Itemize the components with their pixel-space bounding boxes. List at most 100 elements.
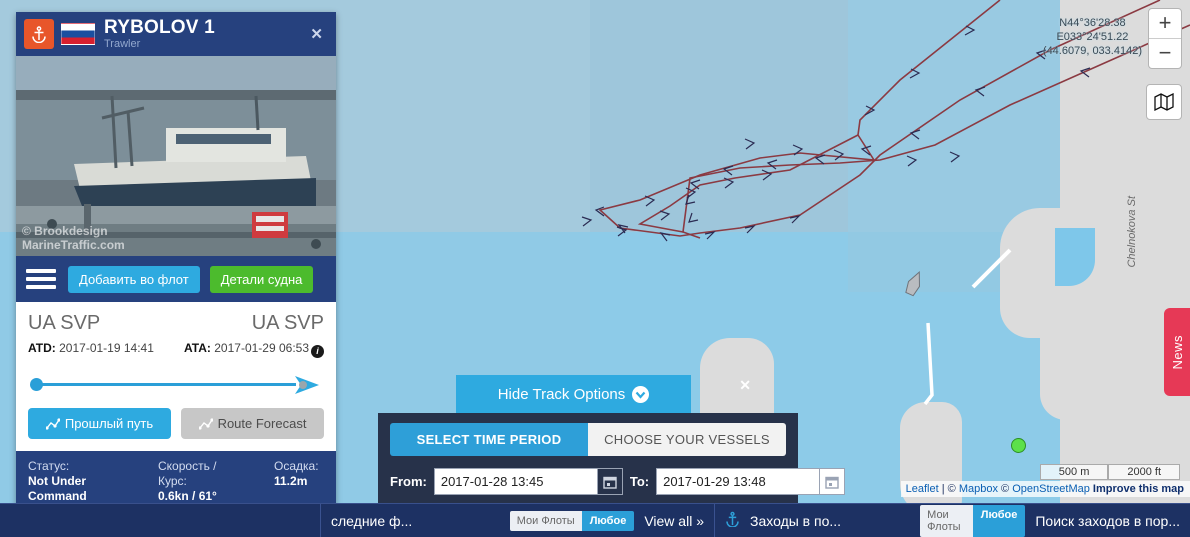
speed-label-line-2: Курс: (158, 474, 187, 488)
anchor-glyph-icon (726, 511, 739, 528)
fleet-filter-toggle[interactable]: Мои Флоты Любое (509, 510, 635, 531)
vessel-stats: Статус: Not Under Command Скорость / Кур… (16, 451, 336, 510)
news-tab[interactable]: News (1164, 308, 1190, 396)
layers-icon (1154, 93, 1174, 111)
stat-speed-course: Скорость / Курс: 0.6kn / 61° (158, 459, 262, 504)
status-value-line-1: Not Under (28, 474, 86, 488)
forecast-path-icon (198, 417, 213, 430)
departure-port: UA SVP (28, 312, 101, 334)
attrib-mapbox[interactable]: Mapbox (959, 483, 998, 495)
menu-bar-3 (26, 285, 56, 289)
vessel-action-bar: Добавить во флот Детали судна (16, 256, 336, 302)
info-icon[interactable]: i (311, 345, 324, 358)
port-marker-icon[interactable] (1011, 438, 1026, 453)
progress-start-dot-icon (30, 378, 43, 391)
progress-track (38, 383, 296, 386)
vessel-panel-header: RYBOLOV 1 Trawler ✕ (16, 12, 336, 56)
ata-value: 2017-01-29 06:53 (214, 341, 309, 355)
close-panel-button[interactable]: ✕ (301, 21, 332, 47)
from-date-input[interactable] (433, 468, 597, 495)
zoom-in-button[interactable]: + (1149, 9, 1181, 39)
map-attribution: Leaflet | © Mapbox © OpenStreetMap Impro… (900, 481, 1190, 497)
stat-draught: Осадка: 11.2m (274, 459, 319, 504)
scale-imperial: 2000 ft (1108, 464, 1180, 480)
map-scale-bar: 500 m 2000 ft (1039, 464, 1180, 480)
bottom-fleet-section: следние ф... Мои Флоты Любое View all » (321, 504, 714, 537)
route-buttons: Прошлый путь Route Forecast (28, 408, 324, 439)
arrival-port: UA SVP (251, 312, 324, 334)
calendar-icon (825, 476, 839, 489)
attrib-copy: © (947, 483, 956, 495)
attrib-improve[interactable]: Improve this map (1093, 483, 1184, 495)
map-coordinates: N44°36'28.38 E033°24'51.22 (44.6079, 033… (1043, 16, 1142, 58)
route-forecast-button[interactable]: Route Forecast (181, 408, 324, 439)
track-options-tabs: SELECT TIME PERIOD CHOOSE YOUR VESSELS (390, 423, 786, 456)
from-calendar-button[interactable] (596, 468, 623, 495)
attrib-osm[interactable]: OpenStreetMap (1012, 483, 1090, 495)
fleet-view-all-link[interactable]: View all » (644, 513, 704, 529)
status-label: Статус: (28, 459, 70, 473)
news-tab-label: News (1169, 334, 1185, 370)
marinetraffic-logo-icon (24, 19, 54, 49)
speed-label-line-1: Скорость / (158, 459, 217, 473)
attrib-copy: © (1001, 483, 1010, 495)
close-track-options-button[interactable]: ✕ (739, 377, 751, 394)
draught-value: 11.2m (274, 474, 308, 488)
vessel-info-panel: RYBOLOV 1 Trawler ✕ © Brookdesign Marine… (16, 12, 336, 535)
track-options-body: SELECT TIME PERIOD CHOOSE YOUR VESSELS F… (378, 413, 846, 509)
scale-metric: 500 m (1039, 464, 1109, 480)
menu-bar-1 (26, 269, 56, 273)
port-calls-filter-my-fleets[interactable]: Мои Флоты (920, 504, 973, 537)
coordinate-lon: E033°24'51.22 (1056, 31, 1129, 43)
layers-button[interactable] (1146, 84, 1182, 120)
track-path-icon (45, 417, 60, 430)
add-to-fleet-button[interactable]: Добавить во флот (68, 265, 200, 293)
atd-value: 2017-01-19 14:41 (59, 341, 154, 355)
tab-select-time-period[interactable]: SELECT TIME PERIOD (390, 423, 588, 456)
anchor-icon (725, 511, 740, 531)
ata-group: ATA: 2017-01-29 06:53 i (184, 341, 324, 358)
port-calls-title: Заходы в по... (750, 512, 842, 529)
zoom-out-button[interactable]: − (1149, 39, 1181, 68)
flag-icon (61, 23, 95, 45)
voyage-times: ATD: 2017-01-19 14:41 ATA: 2017-01-29 06… (28, 341, 324, 358)
vessel-details-button[interactable]: Детали судна (209, 265, 314, 293)
coordinate-decimal: (44.6079, 033.4142) (1042, 45, 1142, 57)
past-track-button[interactable]: Прошлый путь (28, 408, 171, 439)
route-forecast-label: Route Forecast (217, 416, 307, 431)
port-calls-filter-any[interactable]: Любое (972, 504, 1026, 537)
port-calls-search-link[interactable]: Поиск заходов в пор... (1035, 513, 1180, 529)
port-calls-filter-toggle[interactable]: Мои Флоты Любое (920, 504, 1026, 537)
to-label: To: (629, 474, 650, 489)
speed-value: 0.6kn / 61° (158, 489, 217, 503)
from-field[interactable] (433, 468, 623, 495)
vessel-name: RYBOLOV 1 (104, 16, 215, 38)
past-track-label: Прошлый путь (64, 416, 154, 431)
chevron-down-icon (632, 385, 650, 403)
vessel-type: Trawler (104, 37, 141, 50)
attrib-leaflet[interactable]: Leaflet (906, 483, 939, 495)
fleet-section-title: следние ф... (331, 512, 413, 529)
vessel-marker-icon[interactable] (903, 270, 925, 298)
menu-bar-2 (26, 277, 56, 281)
bottom-port-calls-section: Заходы в по... Мои Флоты Любое Поиск зах… (715, 504, 1190, 537)
attrib-sep: | (941, 483, 945, 495)
tab-choose-your-vessels[interactable]: CHOOSE YOUR VESSELS (588, 423, 786, 456)
atd-group: ATD: 2017-01-19 14:41 (28, 341, 154, 358)
calendar-icon (603, 476, 617, 489)
vessel-photo: © Brookdesign MarineTraffic.com (16, 56, 336, 256)
to-date-input[interactable] (656, 468, 820, 495)
stat-status: Статус: Not Under Command (28, 459, 146, 504)
coordinate-lat: N44°36'28.38 (1059, 17, 1126, 29)
street-label: Chelnokova St (1126, 196, 1138, 268)
ata-label: ATA: (184, 341, 211, 355)
fleet-filter-my-fleets[interactable]: Мои Флоты (509, 510, 582, 531)
anchor-glyph-icon (32, 26, 46, 43)
zoom-control[interactable]: + − (1148, 8, 1182, 69)
draught-label: Осадка: (274, 459, 319, 473)
to-calendar-button[interactable] (819, 468, 846, 495)
fleet-filter-any[interactable]: Любое (581, 510, 635, 531)
hide-track-options-button[interactable]: Hide Track Options ✕ (456, 375, 751, 413)
to-field[interactable] (656, 468, 846, 495)
menu-button[interactable] (26, 269, 56, 289)
